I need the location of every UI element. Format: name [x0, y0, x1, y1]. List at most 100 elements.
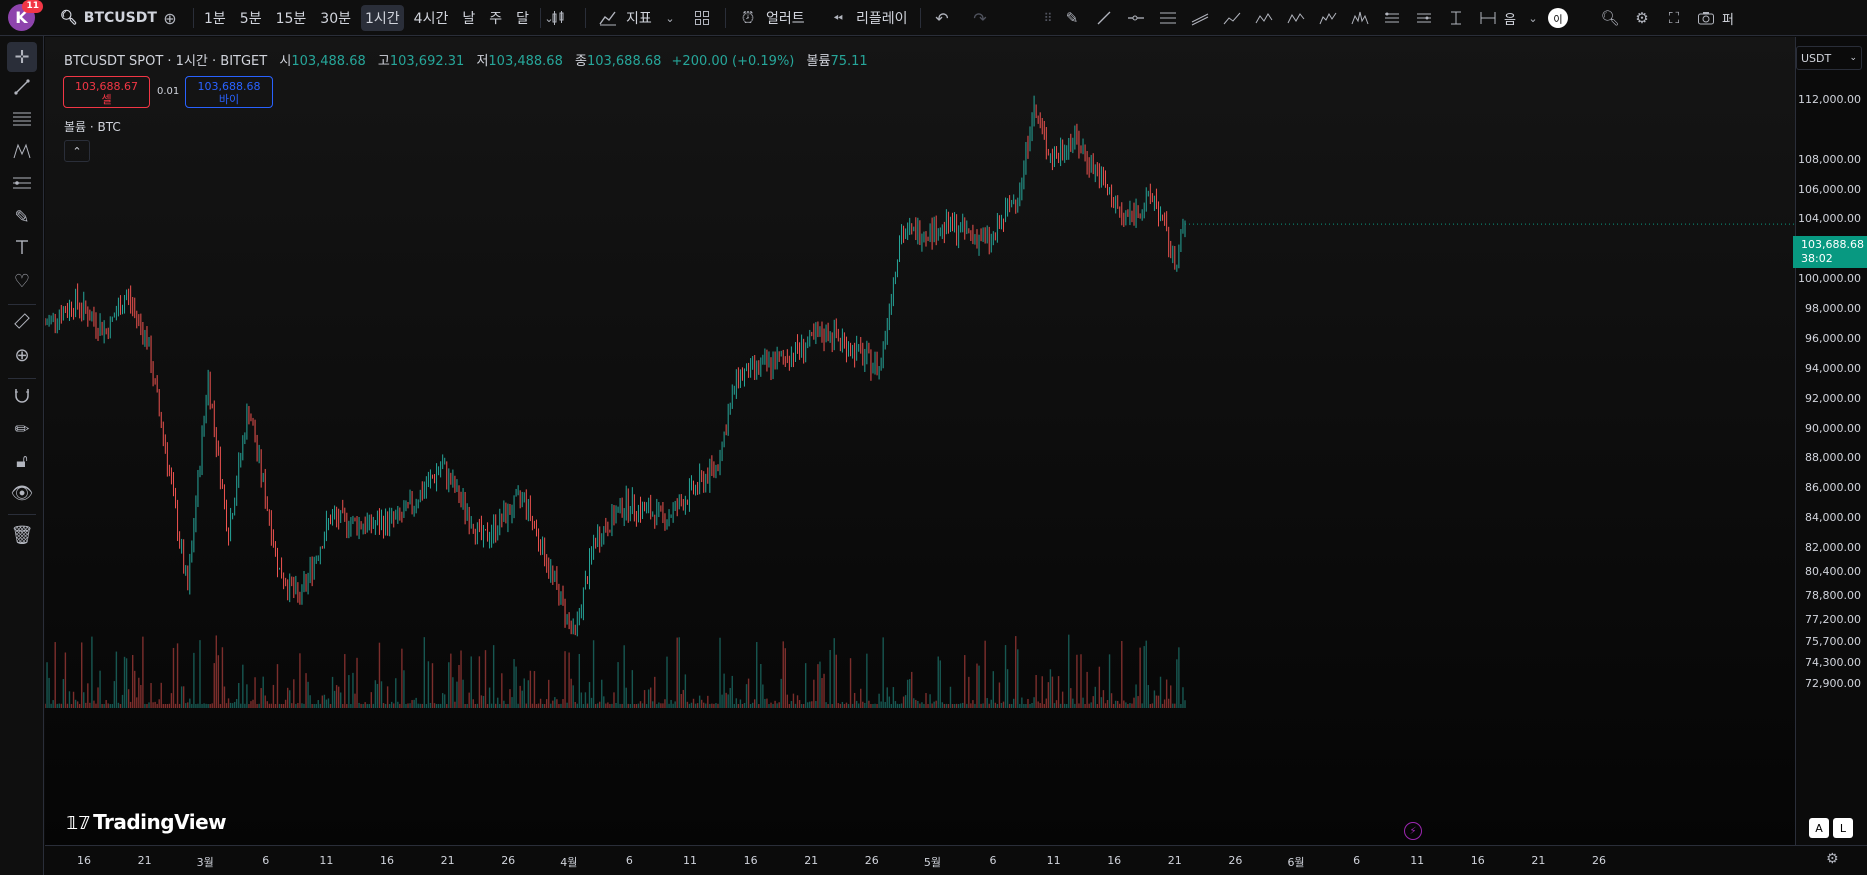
volume-bar — [688, 703, 691, 708]
low-label: 저 — [476, 54, 489, 69]
tradingview-logo[interactable]: 𝟙𝟟 TradingView — [66, 810, 227, 834]
brush-tool[interactable]: ✎ — [7, 202, 37, 232]
brush-icon[interactable]: ✎ — [1056, 4, 1088, 32]
timeframe-15m[interactable]: 15분 — [272, 5, 311, 31]
chart-pane[interactable] — [45, 37, 1795, 845]
volume-bar — [56, 703, 58, 708]
trend-line-icon[interactable] — [1088, 4, 1120, 32]
price-tick: 84,000.00 — [1805, 511, 1861, 525]
horizontal-ray-icon[interactable] — [1120, 4, 1152, 32]
indicators-button[interactable]: 지표 — [594, 0, 652, 36]
volume-bar — [1141, 703, 1143, 708]
volume-bar — [421, 703, 423, 708]
pattern-tool[interactable] — [7, 138, 37, 168]
volume-bar — [550, 703, 552, 708]
timeframe-1h[interactable]: 1시간 — [361, 5, 404, 31]
user-avatar[interactable]: K 11 — [8, 0, 43, 31]
bolt-icon[interactable]: ⚡︎ — [1404, 822, 1422, 840]
elliott-wave-icon[interactable] — [1312, 4, 1344, 32]
chevron-down-icon[interactable]: ⌄ — [1524, 4, 1542, 32]
auto-scale-button[interactable]: A — [1809, 818, 1829, 838]
timeframe-4h[interactable]: 4시간 — [410, 5, 453, 31]
text-toggle-icon[interactable]: 이 — [1542, 4, 1574, 32]
parallel-channel-icon[interactable] — [1152, 4, 1184, 32]
volume-bar — [770, 702, 772, 708]
volume-bar — [125, 658, 128, 708]
indicators-dropdown[interactable]: ⌄ — [660, 0, 680, 36]
zoom-in-icon[interactable]: 🔍︎ — [1594, 4, 1626, 32]
zoom-tool[interactable]: ⊕ — [7, 340, 37, 370]
magnet-tool[interactable] — [7, 382, 37, 412]
layout-button[interactable] — [688, 0, 716, 36]
collapse-legend-button[interactable]: ⌃ — [64, 140, 90, 162]
volume-bar — [957, 703, 960, 708]
hide-drawings-tool[interactable]: 👁︎ — [7, 478, 37, 508]
timeframe-30m[interactable]: 30분 — [316, 5, 355, 31]
volume-bar — [244, 703, 246, 708]
symbol-search[interactable]: 🔍︎ BTCUSDT — [60, 0, 157, 36]
stay-in-drawing-tool[interactable]: ✏︎ — [7, 414, 37, 444]
replay-button[interactable]: ⏪︎ 리플레이 — [824, 0, 907, 36]
compare-symbol-button[interactable]: ⊕ — [156, 0, 184, 36]
price-chart[interactable] — [45, 37, 1795, 845]
forecast-icon[interactable] — [1408, 4, 1440, 32]
buy-button[interactable]: 103,688.68 바이 — [185, 76, 273, 108]
timeframe-1m[interactable]: 1분 — [200, 5, 230, 31]
fib-tool[interactable] — [7, 106, 37, 136]
crosshair-tool[interactable]: ✛ — [7, 42, 37, 72]
time-axis[interactable]: 16 21 3월 6 11 16 21 26 4월 6 11 16 21 26 5월 6 11 16 21 26 6월 6… — [45, 845, 1867, 875]
volume-bar — [833, 638, 835, 708]
timeframe-week[interactable]: 주 — [485, 5, 506, 31]
volume-bar — [211, 703, 213, 708]
pitchfork-icon[interactable] — [1216, 4, 1248, 32]
rewind-icon: ⏪︎ — [833, 10, 843, 25]
camera-icon[interactable] — [1690, 4, 1722, 32]
divider — [8, 514, 36, 515]
timeframe-5m[interactable]: 5분 — [236, 5, 266, 31]
remove-drawings-tool[interactable]: 🗑︎ — [7, 520, 37, 550]
currency-selector[interactable]: USDT ⌄ — [1796, 46, 1862, 70]
chart-settings-icon[interactable]: ⚙︎ — [1826, 851, 1839, 867]
head-shoulders-icon[interactable] — [1344, 4, 1376, 32]
timeframe-day[interactable]: 날 — [458, 5, 479, 31]
timeframe-month[interactable]: 달 — [512, 5, 533, 31]
settings-icon[interactable]: ⚙︎ — [1626, 4, 1658, 32]
volume-bar — [727, 694, 729, 708]
price-tick: 72,900.00 — [1805, 677, 1861, 690]
drag-handle-icon[interactable]: ⠿ — [1040, 4, 1056, 32]
buy-price: 103,688.68 — [197, 80, 261, 93]
lock-drawings-tool[interactable]: 🔓︎ — [7, 446, 37, 476]
price-axis[interactable]: 112,000.00 108,000.00 106,000.00 104,000.00… — [1795, 37, 1867, 845]
volume-bar — [658, 702, 660, 708]
text-tool[interactable] — [7, 234, 37, 264]
text-cursor-icon[interactable] — [1440, 4, 1472, 32]
volume-bar — [941, 702, 944, 708]
volume-bar — [393, 703, 395, 708]
time-tick: 11 — [683, 854, 697, 867]
date-price-range-icon[interactable] — [1472, 4, 1504, 32]
icon-tool[interactable]: ♡ — [7, 266, 37, 296]
chart-type-button[interactable] — [544, 0, 572, 36]
undo-icon: ↶ — [935, 8, 949, 28]
more-drawing-label[interactable]: 음 — [1504, 0, 1524, 36]
fullscreen-icon[interactable]: ⛶ — [1658, 4, 1690, 32]
fib-channel-icon[interactable] — [1184, 4, 1216, 32]
time-tick: 16 — [1470, 854, 1485, 867]
ruler-tool[interactable] — [7, 308, 37, 338]
abcd-pattern-icon[interactable] — [1280, 4, 1312, 32]
long-position-icon[interactable] — [1376, 4, 1408, 32]
chevron-down-icon: ⌄ — [665, 11, 675, 25]
sell-button[interactable]: 103,688.67 셀 — [63, 76, 150, 108]
volume-pane-label[interactable]: 볼륨 · BTC — [64, 118, 121, 135]
redo-button[interactable]: ↷ — [966, 0, 994, 36]
forecast-tool[interactable] — [7, 170, 37, 200]
trend-line-tool[interactable] — [7, 74, 37, 104]
buy-label: 바이 — [218, 93, 240, 106]
alert-button[interactable]: ⏰︎ 얼러트 — [734, 0, 805, 36]
publish-button[interactable]: 퍼 — [1722, 0, 1742, 36]
xabcd-pattern-icon[interactable] — [1248, 4, 1280, 32]
log-scale-button[interactable]: L — [1833, 818, 1853, 838]
volume-bar — [880, 701, 882, 708]
undo-button[interactable]: ↶ — [928, 0, 956, 36]
legend-title[interactable]: BTCUSDT SPOT · 1시간 · BITGET — [64, 54, 267, 69]
